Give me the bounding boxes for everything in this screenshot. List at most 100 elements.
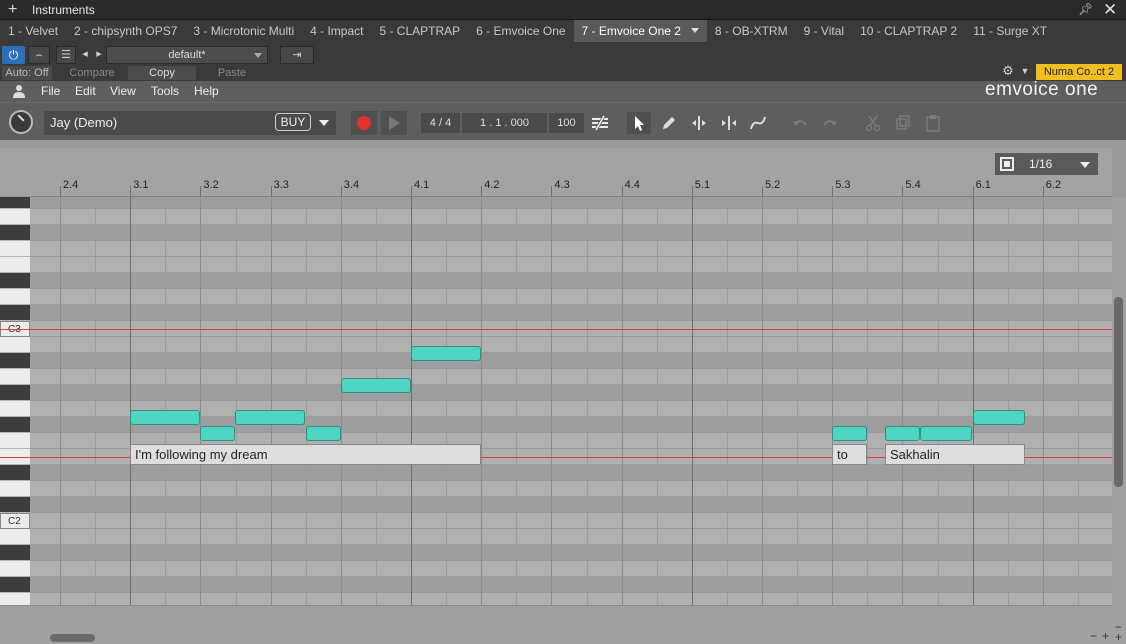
piano-key[interactable] — [0, 417, 30, 433]
note[interactable] — [411, 346, 481, 361]
note[interactable] — [200, 426, 235, 441]
position-field[interactable]: 1 . 1 . 000 — [462, 113, 548, 133]
tab-chipsynth[interactable]: 2 - chipsynth OPS7 — [66, 20, 185, 42]
note[interactable] — [973, 410, 1025, 425]
piano-key[interactable] — [0, 209, 30, 225]
quantize-toggle-icon[interactable] — [1000, 157, 1014, 171]
pencil-icon[interactable] — [659, 113, 679, 133]
vertical-scroll-thumb[interactable] — [1114, 297, 1123, 487]
compare-button[interactable]: Compare — [56, 66, 128, 80]
piano-key[interactable] — [0, 593, 30, 605]
note[interactable] — [341, 378, 411, 393]
sidechain-icon[interactable]: ⇥ — [280, 46, 314, 64]
vertical-scrollbar[interactable]: − + — [1112, 197, 1126, 644]
quantize-selector[interactable]: 1/16 — [995, 153, 1098, 175]
tab-claptrap[interactable]: 5 - CLAPTRAP — [371, 20, 468, 42]
tempo-field[interactable]: 100 — [549, 113, 585, 133]
snap-icon[interactable] — [590, 113, 610, 133]
tab-velvet[interactable]: 1 - Velvet — [0, 20, 66, 42]
menu-file[interactable]: File — [41, 84, 60, 98]
horizontal-scroll-thumb[interactable] — [50, 634, 95, 642]
monitor-icon[interactable]: ⌢ — [28, 46, 50, 64]
piano-key[interactable] — [0, 433, 30, 449]
preset-list-icon[interactable]: ☰ — [56, 46, 76, 64]
power-icon[interactable]: ⏻ — [2, 46, 25, 64]
piano-key[interactable] — [0, 561, 30, 577]
note[interactable] — [920, 426, 972, 441]
gear-icon[interactable]: ⚙ — [1001, 64, 1015, 80]
pin-icon[interactable]: 📌︎ — [1078, 2, 1093, 16]
note[interactable] — [306, 426, 341, 441]
chevron-down-icon[interactable] — [319, 120, 329, 126]
copy-button[interactable]: Copy — [128, 66, 196, 80]
note-grid[interactable] — [30, 197, 1112, 605]
zoom-in-horizontal-icon[interactable]: + — [1102, 629, 1109, 643]
cut-icon[interactable] — [863, 113, 883, 133]
next-preset-icon[interactable]: ▸ — [92, 46, 106, 64]
piano-key[interactable] — [0, 577, 30, 593]
piano-key[interactable] — [0, 465, 30, 481]
undo-icon[interactable] — [790, 113, 810, 133]
piano-key[interactable] — [0, 481, 30, 497]
lyric-block[interactable]: to — [832, 444, 867, 465]
add-instrument-icon[interactable]: + — [8, 1, 17, 19]
piano-key[interactable] — [0, 337, 30, 353]
piano-key[interactable] — [0, 197, 30, 209]
piano-key[interactable] — [0, 305, 30, 321]
menu-view[interactable]: View — [110, 84, 136, 98]
glue-icon[interactable] — [719, 113, 739, 133]
horizontal-scrollbar[interactable]: − + — [0, 605, 1112, 644]
note[interactable] — [832, 426, 867, 441]
buy-button[interactable]: BUY — [275, 113, 311, 131]
piano-key[interactable] — [0, 529, 30, 545]
tab-vital[interactable]: 9 - Vital — [796, 20, 852, 42]
zoom-out-horizontal-icon[interactable]: − — [1090, 629, 1097, 643]
piano-key[interactable] — [0, 497, 30, 513]
menu-tools[interactable]: Tools — [151, 84, 179, 98]
midi-device-badge[interactable]: Numa Co..ct 2 — [1036, 64, 1122, 80]
user-icon[interactable] — [12, 84, 26, 98]
lyric-block[interactable]: I'm following my dream — [130, 444, 481, 465]
prev-preset-icon[interactable]: ◂ — [78, 46, 92, 64]
piano-key[interactable] — [0, 545, 30, 561]
piano-key[interactable] — [0, 353, 30, 369]
menu-edit[interactable]: Edit — [75, 84, 96, 98]
note[interactable] — [885, 426, 920, 441]
paste-icon[interactable] — [923, 113, 943, 133]
piano-key[interactable] — [0, 241, 30, 257]
lyric-block[interactable]: Sakhalin — [885, 444, 1025, 465]
voice-knob-icon[interactable] — [9, 110, 33, 134]
paste-button[interactable]: Paste — [200, 66, 264, 80]
preset-selector[interactable]: default* — [106, 46, 268, 64]
piano-key[interactable] — [0, 273, 30, 289]
tab-impact[interactable]: 4 - Impact — [302, 20, 371, 42]
chevron-down-icon[interactable]: ▼ — [1018, 64, 1032, 80]
note[interactable] — [235, 410, 305, 425]
tab-emvoice-one[interactable]: 6 - Emvoice One — [468, 20, 573, 42]
tab-microtonic[interactable]: 3 - Microtonic Multi — [185, 20, 302, 42]
chevron-down-icon[interactable] — [690, 28, 699, 33]
piano-key[interactable] — [0, 225, 30, 241]
note[interactable] — [130, 410, 200, 425]
zoom-in-vertical-icon[interactable]: + — [1115, 630, 1122, 644]
piano-key[interactable] — [0, 257, 30, 273]
menu-help[interactable]: Help — [194, 84, 219, 98]
split-icon[interactable] — [689, 113, 709, 133]
ruler-tick — [621, 186, 623, 196]
redo-icon[interactable] — [820, 113, 840, 133]
tab-ob-xtrm[interactable]: 8 - OB-XTRM — [707, 20, 796, 42]
auto-off-button[interactable]: Auto: Off — [2, 66, 52, 80]
piano-key[interactable] — [0, 289, 30, 305]
piano-key[interactable] — [0, 369, 30, 385]
timeline-ruler[interactable]: 2.4 3.1 3.2 3.3 3.4 4.1 4.2 4.3 4.4 5.1 5.2 5.3 5.4 6… — [0, 148, 1112, 197]
copy-icon[interactable] — [893, 113, 913, 133]
close-icon[interactable]: ✕ — [1103, 0, 1117, 20]
tab-claptrap-2[interactable]: 10 - CLAPTRAP 2 — [852, 20, 965, 42]
piano-key[interactable] — [0, 401, 30, 417]
tab-emvoice-one-2[interactable]: 7 - Emvoice One 2 — [573, 20, 707, 42]
piano-keyboard[interactable]: C3C2 — [0, 197, 30, 605]
tab-surge-xt[interactable]: 11 - Surge XT — [965, 20, 1055, 42]
time-signature-field[interactable]: 4 / 4 — [421, 113, 461, 133]
curve-icon[interactable] — [748, 113, 768, 133]
piano-key[interactable] — [0, 385, 30, 401]
